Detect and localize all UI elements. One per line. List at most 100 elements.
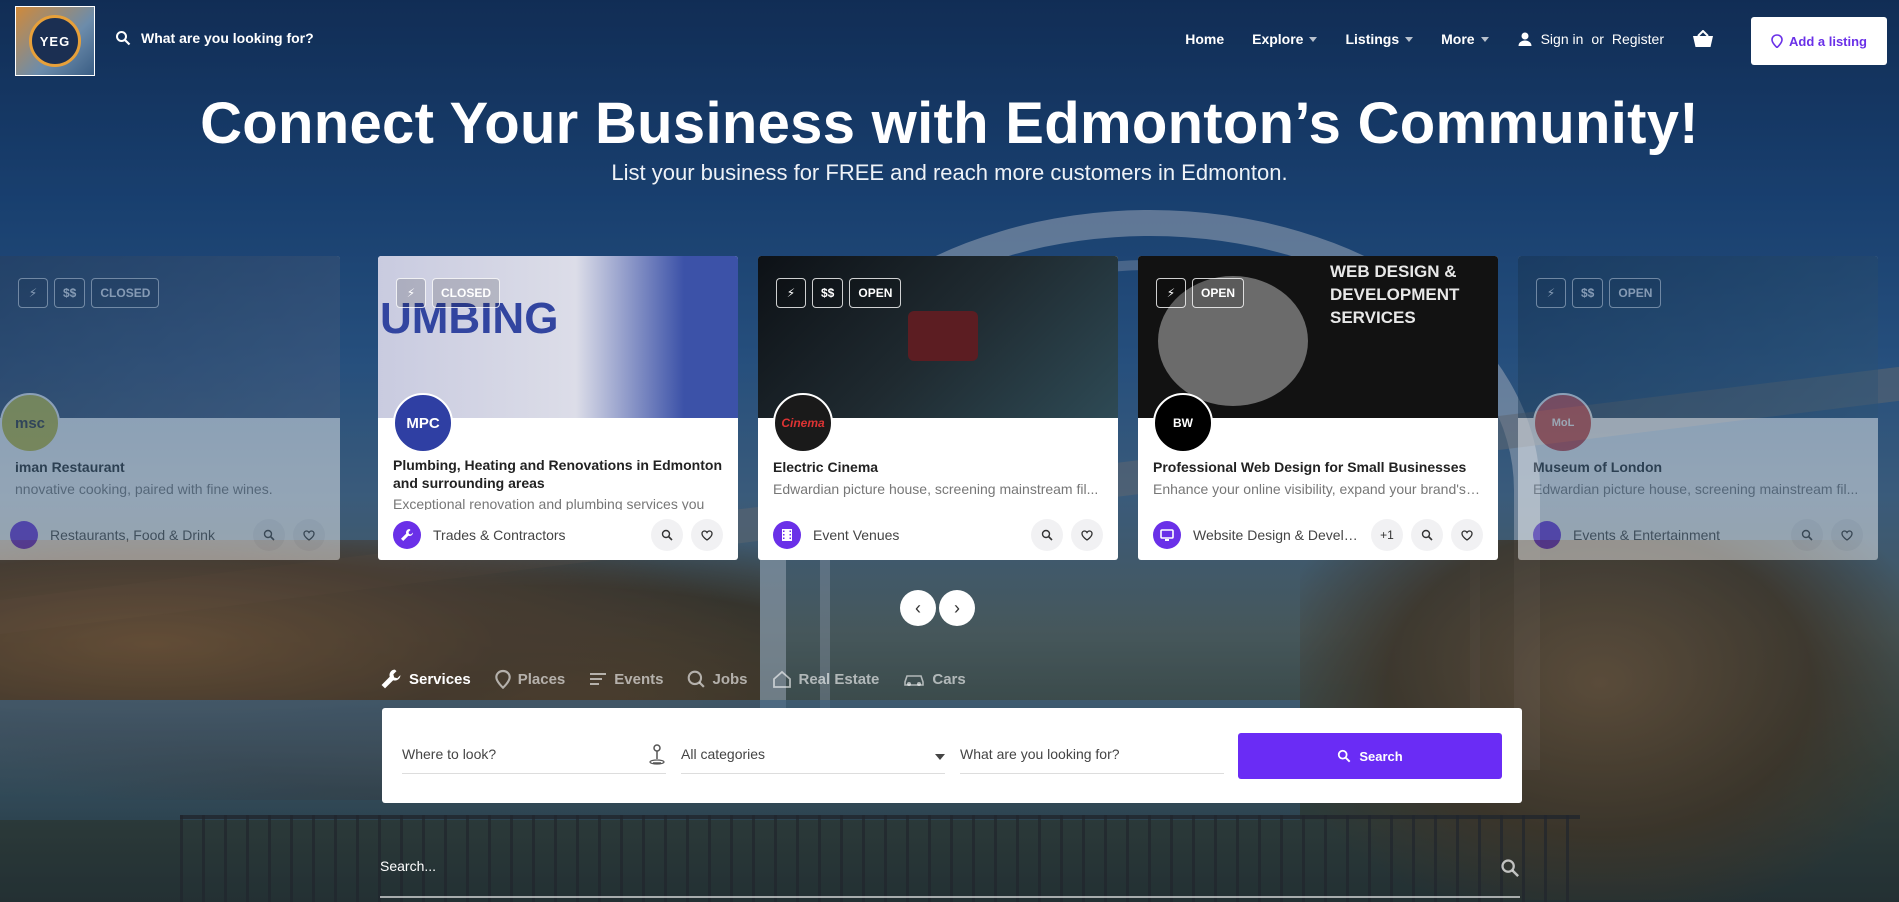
more-categories-badge[interactable]: +1 (1371, 519, 1403, 551)
category-label[interactable]: Trades & Contractors (433, 527, 643, 543)
tab-real-estate[interactable]: Real Estate (772, 668, 879, 690)
nav-explore[interactable]: Explore (1252, 31, 1318, 47)
category-label[interactable]: Restaurants, Food & Drink (50, 527, 245, 543)
chevron-right-icon: › (954, 597, 960, 618)
search-icon (1338, 749, 1351, 763)
tab-label: Events (614, 670, 664, 688)
film-icon (782, 529, 792, 541)
site-logo[interactable]: YEG (15, 6, 95, 76)
bookmark-button[interactable] (691, 519, 723, 551)
listing-card[interactable]: UMBING ⚡ CLOSED MPC Plumbing, Heating an… (378, 256, 738, 560)
chevron-left-icon: ‹ (915, 597, 921, 618)
card-badges: ⚡ $$ CLOSED (18, 278, 160, 308)
keyword-field[interactable]: What are you looking for? (960, 734, 1224, 774)
listing-title[interactable]: Plumbing, Heating and Renovations in Edm… (393, 456, 723, 492)
listing-title[interactable]: iman Restaurant (15, 458, 340, 476)
listing-title[interactable]: Electric Cinema (773, 458, 1103, 476)
quick-view-button[interactable] (1031, 519, 1063, 551)
hero-title: Connect Your Business with Edmonton’s Co… (200, 91, 1699, 156)
bookmark-button[interactable] (1831, 519, 1863, 551)
nav-listings[interactable]: Listings (1345, 31, 1414, 47)
category-icon (10, 521, 38, 549)
map-pin-icon (1771, 34, 1783, 48)
register-link[interactable]: Register (1612, 31, 1664, 47)
listing-card[interactable]: WEB DESIGN & DEVELOPMENT SERVICES ⚡ OPEN… (1138, 256, 1498, 560)
listing-card[interactable]: ⚡ $$ CLOSED msc iman Restaurant nnovativ… (0, 256, 340, 560)
avatar: MPC (393, 393, 453, 453)
zoom-icon (1801, 529, 1813, 541)
nav-more[interactable]: More (1441, 31, 1489, 47)
bottom-search-input[interactable]: Search... (380, 858, 1520, 898)
house-icon (772, 670, 791, 688)
featured-badge: ⚡ (1536, 278, 1566, 308)
card-badges: ⚡ OPEN (1156, 278, 1245, 308)
heart-icon (1841, 529, 1853, 541)
location-field[interactable]: Where to look? (402, 734, 666, 774)
add-listing-button[interactable]: Add a listing (1751, 17, 1887, 65)
listing-description: Edwardian picture house, screening mains… (1533, 481, 1859, 497)
bookmark-button[interactable] (293, 519, 325, 551)
chevron-down-icon (935, 753, 945, 760)
site-header: YEG What are you looking for? Home Explo… (0, 0, 1899, 80)
quick-view-button[interactable] (253, 519, 285, 551)
heart-icon (701, 529, 713, 541)
add-listing-label: Add a listing (1789, 33, 1867, 49)
tab-services[interactable]: Services (380, 668, 471, 690)
quick-view-button[interactable] (1411, 519, 1443, 551)
nav-home-label: Home (1185, 31, 1225, 47)
quick-view-button[interactable] (651, 519, 683, 551)
nav-home[interactable]: Home (1185, 31, 1224, 47)
search-icon[interactable] (1500, 858, 1520, 878)
category-select-value: All categories (681, 745, 766, 762)
wrench-icon (381, 669, 401, 689)
category-label[interactable]: Website Design & Develo... (1193, 527, 1363, 543)
listing-title[interactable]: Professional Web Design for Small Busine… (1153, 458, 1483, 476)
search-button[interactable]: Search (1238, 733, 1502, 779)
avatar: msc (0, 393, 60, 453)
carousel-next-button[interactable]: › (939, 590, 975, 626)
category-select[interactable]: All categories (681, 734, 945, 774)
tab-label: Places (517, 670, 566, 688)
user-icon (1518, 32, 1532, 46)
avatar: MoL (1533, 393, 1593, 453)
location-person-icon[interactable] (648, 743, 666, 765)
zoom-icon (263, 529, 275, 541)
tab-events[interactable]: Events (589, 668, 663, 690)
card-badges: ⚡ $$ OPEN (1536, 278, 1662, 308)
tab-cars[interactable]: Cars (903, 668, 966, 690)
category-label[interactable]: Events & Entertainment (1573, 527, 1783, 543)
logo-badge: YEG (29, 15, 81, 67)
monitor-icon (1160, 528, 1174, 541)
tab-label: Jobs (712, 670, 748, 688)
sign-in-link[interactable]: Sign in (1541, 31, 1584, 47)
bookmark-button[interactable] (1071, 519, 1103, 551)
listing-description: nnovative cooking, paired with fine wine… (15, 481, 273, 497)
location-placeholder: Where to look? (402, 745, 497, 762)
status-badge: CLOSED (91, 278, 160, 308)
tab-jobs[interactable]: Jobs (687, 668, 748, 690)
tab-places[interactable]: Places (495, 668, 566, 690)
search-button-label: Search (1359, 748, 1403, 764)
heart-icon (303, 529, 315, 541)
search-type-tabs: Services Places Events Jobs Real Estate … (380, 668, 966, 690)
featured-badge: ⚡ (776, 278, 806, 308)
carousel-prev-button[interactable]: ‹ (900, 590, 936, 626)
listing-title[interactable]: Museum of London (1533, 458, 1863, 476)
quick-view-button[interactable] (1791, 519, 1823, 551)
chevron-down-icon (1405, 36, 1414, 42)
listing-description: Enhance your online visibility, expand y… (1153, 481, 1483, 497)
cart-button[interactable] (1692, 30, 1714, 48)
category-label[interactable]: Event Venues (813, 527, 1023, 543)
avatar: BW (1153, 393, 1213, 453)
bookmark-button[interactable] (1451, 519, 1483, 551)
listing-description: Edwardian picture house, screening mains… (773, 481, 1099, 497)
search-person-icon (688, 670, 706, 688)
card-footer: Restaurants, Food & Drink (10, 519, 325, 551)
header-search[interactable]: What are you looking for? (115, 30, 314, 46)
listing-card[interactable]: ⚡ $$ OPEN MoL Museum of London Edwardian… (1518, 256, 1878, 560)
listing-card[interactable]: ⚡ $$ OPEN Cinema Electric Cinema Edwardi… (758, 256, 1118, 560)
featured-badge: ⚡ (18, 278, 48, 308)
nav-more-label: More (1441, 31, 1475, 47)
category-icon (1533, 521, 1561, 549)
price-badge: $$ (812, 278, 844, 308)
